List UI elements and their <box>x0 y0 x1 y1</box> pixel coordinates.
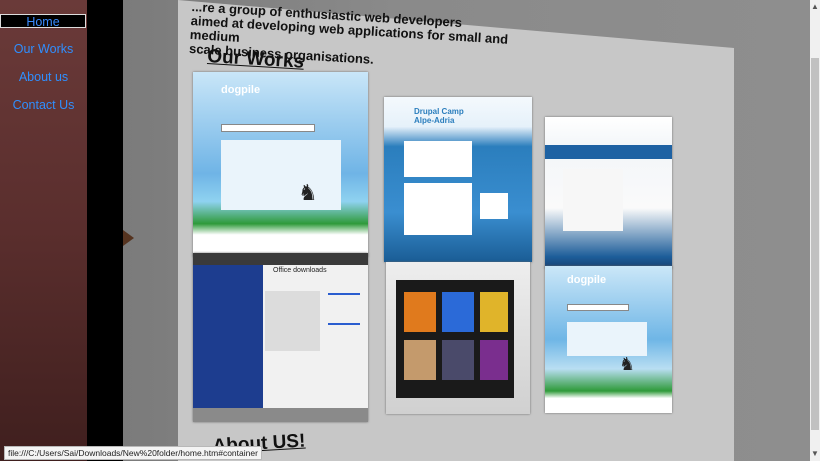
prev-arrow-icon[interactable] <box>123 230 134 246</box>
site-list-area <box>563 169 623 231</box>
gallery-image <box>480 340 508 380</box>
nav-contact-us-link[interactable]: Contact Us <box>0 98 87 112</box>
dogpile-logo: dogpile <box>567 274 607 286</box>
dogpile-logo: dogpile <box>221 84 261 96</box>
drupal-title: Drupal Camp Alpe-Adria <box>414 107 464 125</box>
nav-our-works-link[interactable]: Our Works <box>0 42 87 56</box>
work-thumbnail-dogpile[interactable]: dogpile ♞ <box>193 72 368 257</box>
left-navigation: Home Our Works About us Contact Us <box>0 0 87 461</box>
drupal-sidebar-block <box>480 193 508 219</box>
work-thumbnail-dogpile-2[interactable]: dogpile ♞ <box>545 266 672 413</box>
status-url: file:///C:/Users/Sai/Downloads/New%20fol… <box>4 446 262 460</box>
window-titlebar <box>193 253 368 265</box>
nav-home-link[interactable]: Home <box>0 14 86 29</box>
gallery-image <box>480 292 508 332</box>
chevron-up-icon[interactable]: ▲ <box>810 0 820 14</box>
search-box <box>221 124 315 132</box>
gallery-image <box>404 292 436 332</box>
drupal-content-block <box>404 141 472 177</box>
scrollbar-thumb[interactable] <box>811 58 819 430</box>
gallery-image <box>442 340 474 380</box>
work-thumbnail-drupal-camp[interactable]: Drupal Camp Alpe-Adria <box>384 97 532 262</box>
link-line <box>328 323 360 325</box>
dog-mascot-icon: ♞ <box>298 180 318 205</box>
chevron-down-icon[interactable]: ▼ <box>810 447 820 461</box>
dog-mascot-icon: ♞ <box>619 354 636 374</box>
drupal-content-block <box>404 183 472 235</box>
work-thumbnail-portfolio[interactable] <box>386 262 530 414</box>
gallery-image <box>442 292 474 332</box>
divider-strip <box>87 0 123 461</box>
laptop-image <box>265 291 320 351</box>
site-header-band <box>545 145 672 159</box>
work-thumbnail-office-downloads[interactable]: Office downloads <box>193 253 368 422</box>
search-box <box>567 304 629 311</box>
nav-about-us-link[interactable]: About us <box>0 70 87 84</box>
results-area <box>567 322 647 356</box>
office-downloads-title: Office downloads <box>273 267 327 274</box>
results-area <box>221 140 341 210</box>
work-thumbnail-corporate-site[interactable] <box>545 117 672 269</box>
link-line <box>328 293 360 295</box>
taskbar <box>193 408 368 422</box>
gallery-image <box>404 340 436 380</box>
